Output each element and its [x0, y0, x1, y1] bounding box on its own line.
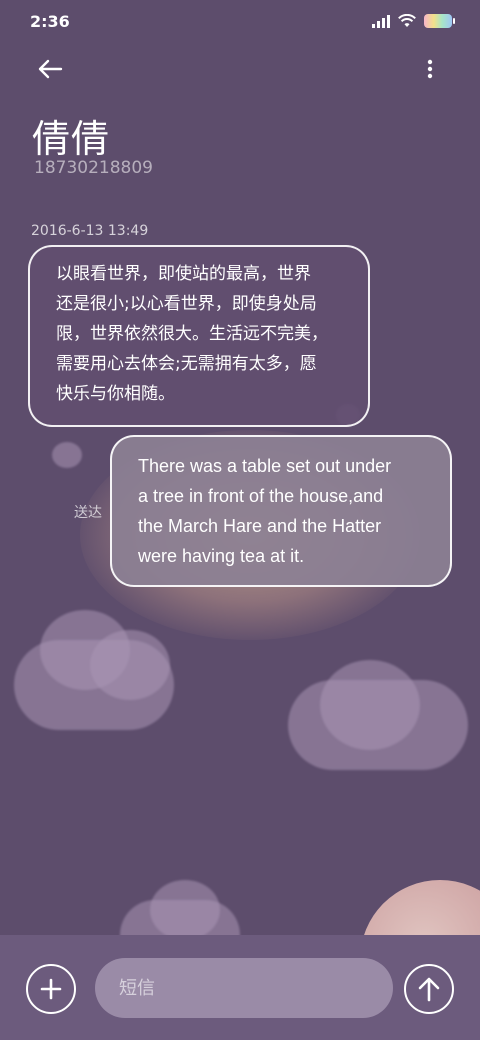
cloud-illustration — [150, 880, 220, 940]
delivery-status: 送达 — [74, 505, 102, 521]
status-icons — [372, 14, 455, 28]
message-line: 限，世界依然很大。生活远不完美， — [56, 324, 328, 344]
plus-icon — [40, 978, 62, 1000]
add-attachment-button[interactable] — [26, 964, 76, 1014]
message-line: a tree in front of the house,and — [138, 486, 384, 506]
status-time: 2:36 — [30, 11, 70, 31]
contact-name: 倩倩 — [32, 117, 111, 161]
message-line: 还是很小;以心看世界，即使身处局 — [56, 294, 317, 314]
message-line: 快乐与你相随。 — [56, 384, 175, 404]
incoming-message-bubble[interactable]: 以眼看世界，即使站的最高，世界 还是很小;以心看世界，即使身处局 限，世界依然很… — [28, 245, 370, 427]
status-bar: 2:36 — [0, 0, 480, 42]
message-input[interactable] — [95, 958, 393, 1018]
battery-icon — [424, 14, 455, 28]
arrow-left-icon — [38, 59, 63, 79]
wifi-icon — [398, 14, 416, 27]
contact-number: 18730218809 — [34, 158, 153, 178]
message-line: 以眼看世界，即使站的最高，世界 — [56, 264, 311, 284]
cloud-illustration — [320, 660, 420, 750]
message-line: 需要用心去体会;无需拥有太多，愿 — [56, 354, 317, 374]
cloud-illustration — [52, 442, 82, 468]
message-line: There was a table set out under — [138, 456, 392, 476]
signal-icon — [372, 14, 390, 28]
more-vertical-icon — [427, 59, 433, 79]
message-timestamp: 2016-6-13 13:49 — [31, 223, 149, 239]
message-line: the March Hare and the Hatter — [138, 516, 382, 536]
outgoing-message-bubble[interactable]: There was a table set out under a tree i… — [110, 435, 452, 587]
back-button[interactable] — [30, 52, 70, 86]
message-line: were having tea at it. — [138, 546, 305, 566]
more-options-button[interactable] — [412, 52, 448, 86]
arrow-up-icon — [418, 977, 440, 1002]
cloud-illustration — [90, 630, 170, 700]
send-button[interactable] — [404, 964, 454, 1014]
